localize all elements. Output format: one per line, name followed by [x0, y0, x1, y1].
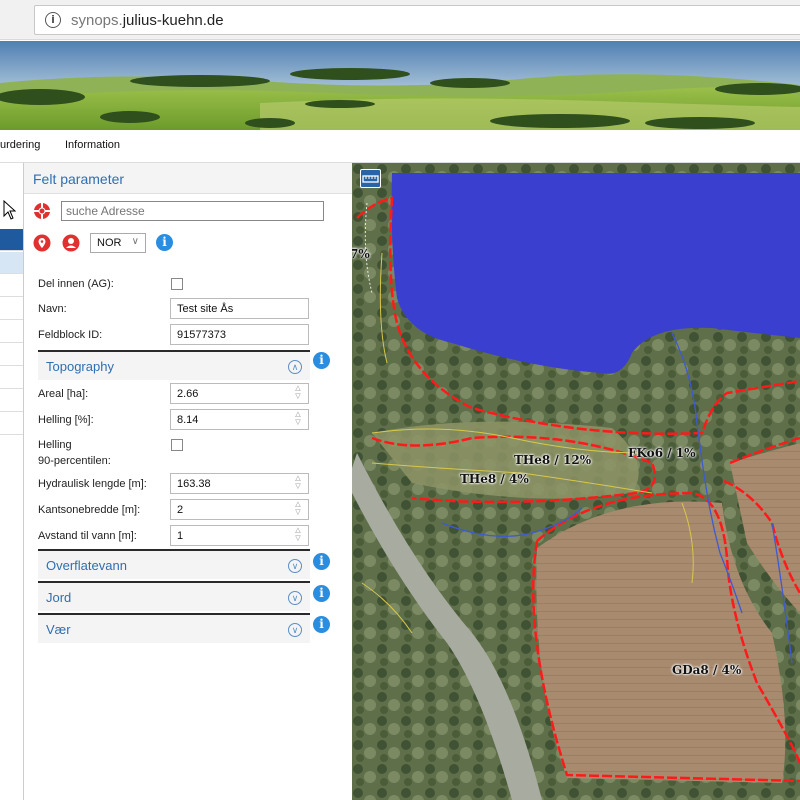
helling-input[interactable]: 8.14 △ ▽	[170, 409, 309, 430]
del-innen-checkbox[interactable]	[171, 278, 183, 290]
kantsone-label: Kantsonebredde [m]:	[38, 504, 141, 516]
helling90-checkbox[interactable]	[171, 439, 183, 451]
helling90-label-line1: Helling	[38, 439, 72, 451]
nav-item-vurdering[interactable]: urdering	[0, 139, 40, 151]
sidebar-row[interactable]	[0, 298, 23, 320]
browser-toolbar: i synops.julius-kuehn.de	[0, 0, 800, 40]
map-label-soil: THe8 / 12%	[514, 453, 592, 467]
spinner-arrows-icon[interactable]: △ ▽	[293, 411, 303, 427]
section-jord[interactable]: Jord ∨	[38, 581, 310, 611]
ruler-tool-button[interactable]	[360, 169, 381, 188]
areal-input[interactable]: 2.66 △ ▽	[170, 383, 309, 404]
info-circle-icon[interactable]: i	[45, 12, 61, 28]
section-vaer-title: Vær	[46, 622, 71, 637]
chevron-down-icon[interactable]: ∨	[288, 623, 302, 637]
chevron-down-icon[interactable]: ∨	[288, 591, 302, 605]
address-search-input[interactable]	[61, 201, 324, 221]
info-icon[interactable]: i	[156, 234, 173, 251]
map-pin-icon[interactable]	[33, 234, 51, 252]
kantsone-value: 2	[177, 504, 184, 516]
sidebar-row[interactable]	[0, 390, 23, 412]
main-nav: urdering Information	[0, 130, 800, 163]
projection-select-value: NOR	[97, 237, 122, 249]
navn-value: Test site Ås	[177, 303, 234, 315]
chevron-down-icon: ∨	[131, 236, 139, 247]
field-parameter-panel: Felt parameter NOR ∨ i Del innen (AG): N…	[24, 163, 352, 800]
del-innen-label: Del innen (AG):	[38, 278, 114, 290]
feldblock-input[interactable]: 91577373	[170, 324, 309, 345]
spinner-arrows-icon[interactable]: △ ▽	[293, 501, 303, 517]
sidebar-row[interactable]	[0, 344, 23, 366]
areal-value: 2.66	[177, 388, 199, 400]
map-label-soil: GDa8 / 4%	[672, 663, 742, 677]
sidebar-row[interactable]	[0, 367, 23, 389]
info-icon[interactable]: i	[313, 616, 330, 633]
sidebar-row-active[interactable]	[0, 229, 23, 251]
avstand-input[interactable]: 1 △ ▽	[170, 525, 309, 546]
sidebar-row-selected[interactable]	[0, 252, 23, 274]
map-label-soil: 7%	[352, 247, 370, 261]
section-overflatevann-title: Overflatevann	[46, 558, 127, 573]
url-domain: julius-kuehn.de	[122, 12, 224, 29]
info-icon[interactable]: i	[313, 585, 330, 602]
map-canvas	[352, 163, 800, 800]
map-label-soil: FKo6 / 1%	[628, 446, 696, 460]
hydraulisk-value: 163.38	[177, 478, 211, 490]
map-label-soil: THe8 / 4%	[460, 472, 529, 486]
url-text[interactable]: synops.julius-kuehn.de	[71, 12, 224, 29]
feldblock-label: Feldblock ID:	[38, 329, 103, 341]
hydraulisk-label: Hydraulisk lengde [m]:	[38, 478, 147, 490]
avstand-value: 1	[177, 530, 184, 542]
map-view[interactable]: 7% THe8 / 12% FKo6 / 1% THe8 / 4% GDa8 /…	[352, 163, 800, 800]
url-prefix: synops.	[71, 12, 123, 29]
lifebuoy-icon[interactable]	[33, 202, 51, 220]
mouse-cursor-icon	[3, 199, 17, 225]
navn-label: Navn:	[38, 303, 67, 315]
kantsone-input[interactable]: 2 △ ▽	[170, 499, 309, 520]
section-jord-title: Jord	[46, 590, 72, 605]
sidebar-row[interactable]	[0, 275, 23, 297]
helling90-label-line2: 90-percentilen:	[38, 455, 111, 467]
info-icon[interactable]: i	[313, 352, 330, 369]
feldblock-value: 91577373	[177, 329, 226, 341]
section-topography-title: Topography	[46, 359, 114, 374]
sidebar-row[interactable]	[0, 413, 23, 435]
sidebar-row[interactable]	[0, 321, 23, 343]
hydraulisk-input[interactable]: 163.38 △ ▽	[170, 473, 309, 494]
section-overflatevann[interactable]: Overflatevann ∨	[38, 549, 310, 579]
spinner-arrows-icon[interactable]: △ ▽	[293, 527, 303, 543]
areal-label: Areal [ha]:	[38, 388, 89, 400]
projection-select[interactable]: NOR ∨	[90, 233, 146, 253]
spinner-arrows-icon[interactable]: △ ▽	[293, 385, 303, 401]
helling-label: Helling [%]:	[38, 414, 94, 426]
section-topography[interactable]: Topography ∧	[38, 350, 310, 380]
panel-title: Felt parameter	[24, 163, 352, 194]
chevron-up-icon[interactable]: ∧	[288, 360, 302, 374]
helling-value: 8.14	[177, 414, 199, 426]
address-bar[interactable]: i synops.julius-kuehn.de	[34, 5, 800, 35]
header-banner-image	[0, 41, 800, 130]
navn-input[interactable]: Test site Ås	[170, 298, 309, 319]
spinner-arrows-icon[interactable]: △ ▽	[293, 475, 303, 491]
info-icon[interactable]: i	[313, 553, 330, 570]
collapsed-sidebar	[0, 163, 24, 800]
nav-item-information[interactable]: Information	[65, 139, 120, 151]
chevron-down-icon[interactable]: ∨	[288, 559, 302, 573]
avstand-label: Avstand til vann [m]:	[38, 530, 137, 542]
section-vaer[interactable]: Vær ∨	[38, 613, 310, 643]
locate-user-icon[interactable]	[62, 234, 80, 252]
